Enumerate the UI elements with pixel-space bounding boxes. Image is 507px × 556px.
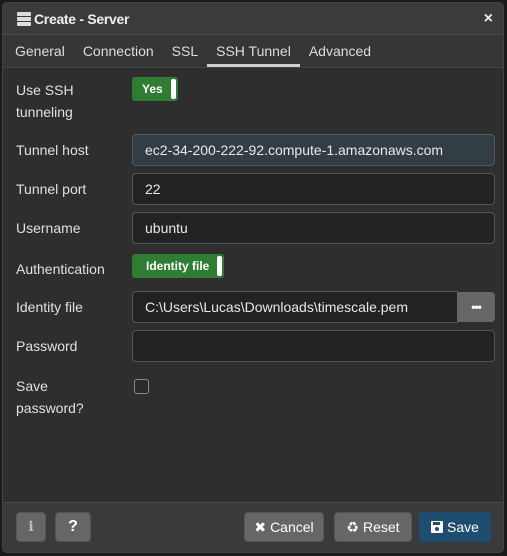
cancel-label: Cancel xyxy=(270,519,314,535)
use-ssh-label-line1: Use SSH xyxy=(16,82,74,98)
info-icon: i xyxy=(28,519,34,535)
tunnel-host-input[interactable]: ec2-34-200-222-92.compute-1.amazonaws.co… xyxy=(132,134,495,166)
tunnel-port-label: Tunnel port xyxy=(16,181,87,197)
save-label: Save xyxy=(447,519,479,535)
toggle-knob xyxy=(170,79,176,99)
recycle-icon: ♻ xyxy=(346,518,359,535)
use-ssh-label: Use SSH tunneling xyxy=(16,79,74,123)
dialog-titlebar[interactable]: Create - Server × xyxy=(3,3,503,35)
username-input[interactable]: ubuntu xyxy=(132,212,495,244)
browse-file-button[interactable]: ••• xyxy=(457,292,495,322)
tab-connection[interactable]: Connection xyxy=(74,35,163,67)
save-password-checkbox[interactable] xyxy=(134,379,149,394)
toggle-knob xyxy=(217,256,223,276)
dialog-title: Create - Server xyxy=(34,10,130,27)
tab-general[interactable]: General xyxy=(6,35,74,67)
help-button[interactable]: ? xyxy=(55,512,91,542)
close-icon[interactable]: × xyxy=(484,10,493,28)
authentication-toggle[interactable]: Identity file xyxy=(132,254,225,278)
use-ssh-toggle-label: Yes xyxy=(142,82,163,96)
tab-bar: General Connection SSL SSH Tunnel Advanc… xyxy=(3,35,503,68)
password-label: Password xyxy=(16,338,78,354)
info-button[interactable]: i xyxy=(16,512,46,542)
tab-ssl[interactable]: SSL xyxy=(163,35,207,67)
authentication-label: Authentication xyxy=(16,261,105,277)
tunnel-port-input[interactable]: 22 xyxy=(132,173,495,205)
reset-button[interactable]: ♻ Reset xyxy=(334,512,412,542)
use-ssh-toggle[interactable]: Yes xyxy=(132,77,178,101)
identity-file-label: Identity file xyxy=(16,299,83,315)
save-password-label: Save password? xyxy=(16,375,84,419)
create-server-dialog: Create - Server × General Connection SSL… xyxy=(2,2,504,553)
use-ssh-label-line2: tunneling xyxy=(16,104,73,120)
save-icon xyxy=(431,521,444,533)
help-icon: ? xyxy=(68,518,78,535)
authentication-toggle-label: Identity file xyxy=(146,259,210,273)
tab-advanced[interactable]: Advanced xyxy=(300,35,380,67)
reset-label: Reset xyxy=(362,519,400,535)
save-password-label-line1: Save xyxy=(16,378,48,394)
save-password-label-line2: password? xyxy=(16,400,84,416)
dialog-footer: i ? ✖ Cancel ♻ Reset Save xyxy=(3,502,503,552)
identity-file-input[interactable]: C:\Users\Lucas\Downloads\timescale.pem xyxy=(132,291,458,323)
server-icon xyxy=(17,11,31,26)
save-button[interactable]: Save xyxy=(419,512,491,542)
tab-ssh-tunnel[interactable]: SSH Tunnel xyxy=(207,35,300,67)
cancel-button[interactable]: ✖ Cancel xyxy=(244,512,324,542)
close-icon: ✖ xyxy=(254,518,267,535)
username-label: Username xyxy=(16,220,81,236)
tunnel-host-label: Tunnel host xyxy=(16,142,89,158)
password-input[interactable] xyxy=(132,330,495,362)
